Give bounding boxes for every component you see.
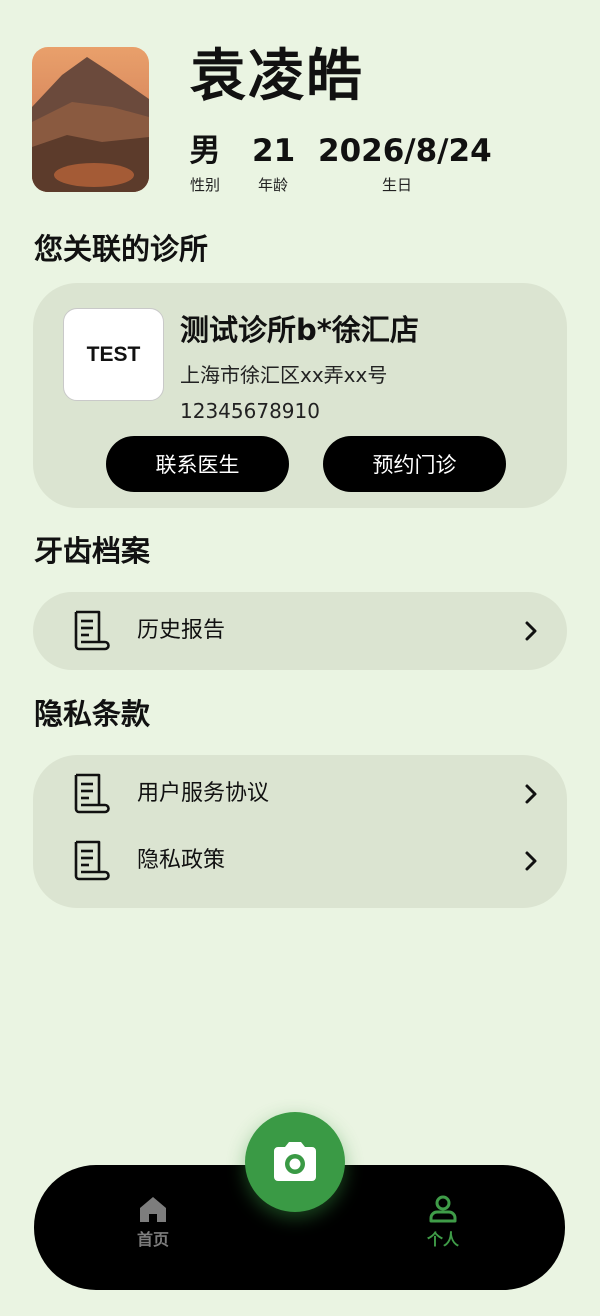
document-icon xyxy=(74,610,110,651)
home-icon xyxy=(140,1197,166,1222)
dental-records-card: 历史报告 xyxy=(33,592,567,670)
history-report-label: 历史报告 xyxy=(137,618,226,643)
privacy-card: 用户服务协议 隐私政策 xyxy=(33,755,567,908)
privacy-policy-row[interactable]: 隐私政策 xyxy=(33,831,567,891)
clinic-name: 测试诊所b*徐汇店 xyxy=(180,313,419,347)
birthday-stat: 2026/8/24 生日 xyxy=(318,132,492,196)
person-icon xyxy=(429,1195,457,1223)
gender-label: 性别 xyxy=(189,176,220,194)
privacy-policy-label: 隐私政策 xyxy=(137,848,226,873)
history-report-row[interactable]: 历史报告 xyxy=(33,601,567,661)
contact-doctor-button[interactable]: 联系医生 xyxy=(106,436,289,492)
clinic-phone: 12345678910 xyxy=(180,399,320,423)
age-stat: 21 年龄 xyxy=(252,132,296,196)
camera-icon xyxy=(274,1142,316,1181)
birthday-value: 2026/8/24 xyxy=(318,133,492,169)
clinic-logo: TEST xyxy=(63,308,164,401)
gender-stat: 男 性别 xyxy=(188,132,222,196)
clinic-card: TEST 测试诊所b*徐汇店 上海市徐汇区xx弄xx号 12345678910 … xyxy=(33,283,567,508)
age-value: 21 xyxy=(252,133,296,169)
chevron-right-icon xyxy=(525,851,537,871)
avatar[interactable] xyxy=(32,47,149,192)
avatar-image xyxy=(32,47,149,192)
nav-home-label: 首页 xyxy=(136,1230,169,1249)
chevron-right-icon xyxy=(525,784,537,804)
nav-home[interactable]: 首页 xyxy=(118,1195,188,1251)
nav-profile-label: 个人 xyxy=(426,1230,459,1249)
clinic-section-title: 您关联的诊所 xyxy=(34,232,209,266)
age-label: 年龄 xyxy=(257,176,288,194)
clinic-address: 上海市徐汇区xx弄xx号 xyxy=(180,363,388,387)
chevron-right-icon xyxy=(525,621,537,641)
user-agreement-row[interactable]: 用户服务协议 xyxy=(33,764,567,824)
privacy-section-title: 隐私条款 xyxy=(34,697,151,731)
book-appointment-button[interactable]: 预约门诊 xyxy=(323,436,506,492)
user-agreement-label: 用户服务协议 xyxy=(137,781,270,806)
gender-value: 男 xyxy=(189,133,221,169)
user-name: 袁凌皓 xyxy=(190,44,364,109)
dental-section-title: 牙齿档案 xyxy=(34,534,151,568)
document-icon xyxy=(74,840,110,881)
document-icon xyxy=(74,773,110,814)
nav-profile[interactable]: 个人 xyxy=(408,1195,478,1251)
birthday-label: 生日 xyxy=(381,176,412,194)
camera-button[interactable] xyxy=(245,1112,345,1212)
